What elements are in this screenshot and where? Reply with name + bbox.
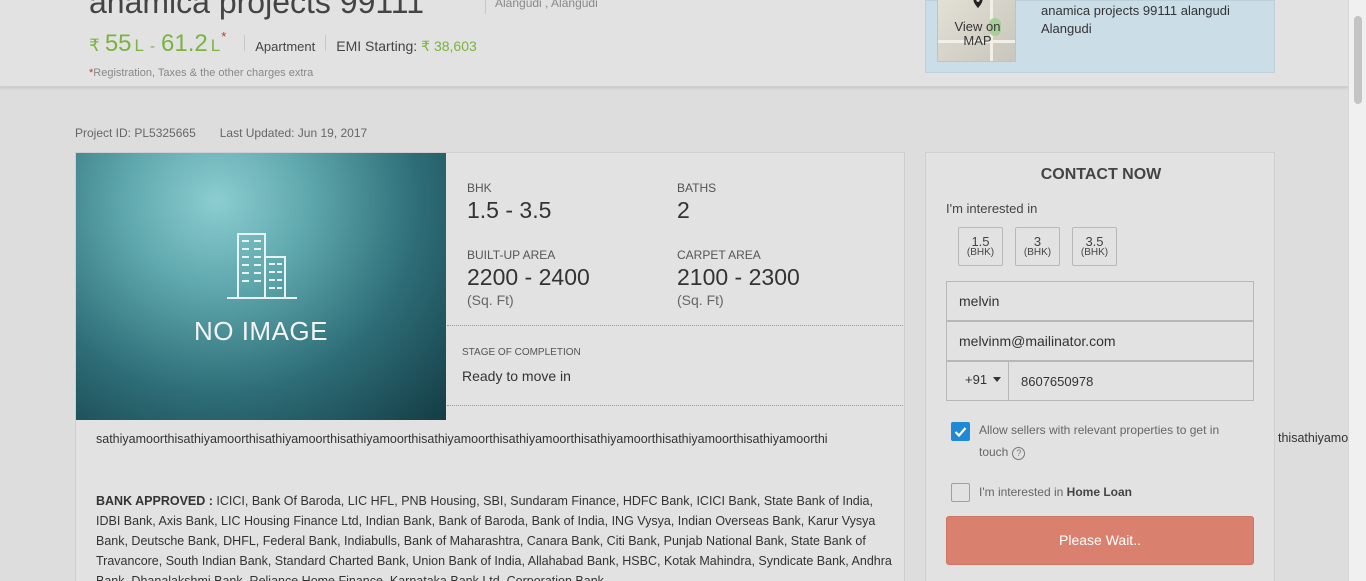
spec-bhk: BHK 1.5 - 3.5	[467, 181, 552, 223]
project-meta: Project ID: PL5325665 Last Updated: Jun 1…	[75, 126, 367, 140]
phone-field[interactable]	[1009, 362, 1253, 400]
title-divider	[485, 0, 486, 14]
divider	[447, 325, 903, 326]
rupee-icon: ₹	[89, 36, 100, 55]
check-icon	[954, 427, 967, 438]
map-address: anamica projects 99111 alangudi Alangudi	[1041, 3, 1230, 36]
name-field[interactable]	[946, 281, 1254, 321]
map-panel: View on MAP anamica projects 99111 alang…	[925, 0, 1275, 73]
emi-label: EMI Starting:	[336, 38, 418, 54]
price-row: ₹ 55 L - 61.2 L * Apartment EMI Starting…	[89, 29, 477, 58]
contact-title: CONTACT NOW	[1040, 166, 1162, 183]
price-min: 55	[104, 30, 132, 57]
price-min-unit: L	[134, 36, 144, 55]
divider	[244, 35, 246, 51]
emi-value: ₹ 38,603	[421, 38, 477, 54]
project-header: anamica projects 99111 Alangudi , Alangu…	[0, 0, 1348, 87]
allow-sellers-checkbox[interactable]	[951, 422, 970, 441]
project-id: Project ID: PL5325665	[75, 126, 196, 140]
help-icon[interactable]: ?	[1012, 447, 1026, 460]
view-on-map-label: View on MAP	[954, 19, 1001, 48]
spec-baths: BATHS 2	[677, 181, 717, 223]
map-pin-icon	[973, 0, 983, 8]
no-image-placeholder: NO IMAGE	[76, 153, 446, 420]
price-separator: -	[150, 38, 155, 55]
phone-field-group: +91	[946, 361, 1254, 401]
registration-note: *Registration, Taxes & the other charges…	[89, 67, 314, 79]
project-title: anamica projects 99111	[89, 0, 425, 20]
email-field[interactable]	[946, 321, 1254, 361]
bank-approved-label: BANK APPROVED :	[96, 494, 213, 508]
view-on-map-button[interactable]: View on MAP	[937, 0, 1016, 62]
property-type: Apartment	[255, 39, 316, 54]
last-updated: Last Updated: Jun 19, 2017	[219, 126, 368, 140]
project-details-card: NO IMAGE BHK 1.5 - 3.5 BATHS 2 BUILT-UP …	[75, 152, 905, 581]
chevron-down-icon	[993, 377, 1002, 382]
no-image-text: NO IMAGE	[193, 316, 328, 346]
divider	[325, 35, 327, 51]
price-max: 61.2	[161, 30, 208, 57]
bank-approved: BANK APPROVED : ICICI, Bank Of Baroda, L…	[96, 491, 896, 581]
project-locality: Alangudi , Alangudi	[495, 0, 598, 10]
page-scrollbar[interactable]	[1348, 0, 1366, 581]
divider	[447, 405, 903, 406]
price-asterisk: *	[221, 29, 227, 44]
bhk-option-3-5[interactable]: 3.5 (BHK)	[1072, 227, 1117, 266]
submit-button[interactable]: Please Wait..	[946, 516, 1254, 565]
spec-builtup-area: BUILT-UP AREA 2200 - 2400 (Sq. Ft)	[467, 248, 590, 308]
interest-label: I'm interested in	[946, 201, 1038, 216]
bhk-option-3[interactable]: 3 (BHK)	[1015, 227, 1060, 266]
spec-carpet-area: CARPET AREA 2100 - 2300 (Sq. Ft)	[677, 248, 800, 308]
bhk-option-1-5[interactable]: 1.5 (BHK)	[958, 227, 1003, 266]
allow-sellers-label: Allow sellers with relevant properties t…	[979, 423, 1220, 460]
project-description: sathiyamoorthisathiyamoorthisathiyamoort…	[96, 432, 828, 446]
scrollbar-thumb[interactable]	[1354, 16, 1362, 104]
building-icon	[227, 233, 297, 299]
home-loan-label: I'm interested in Home Loan	[979, 485, 1133, 499]
contact-form: CONTACT NOW I'm interested in 1.5 (BHK) …	[925, 152, 1275, 581]
home-loan-checkbox[interactable]	[951, 483, 970, 502]
price-max-unit: L	[210, 36, 221, 55]
project-description-overflow: thisathiyamoo	[1278, 431, 1356, 445]
stage-of-completion: STAGE OF COMPLETION Ready to move in	[462, 347, 581, 384]
bank-approved-list: ICICI, Bank Of Baroda, LIC HFL, PNB Hous…	[96, 494, 892, 581]
country-code-select[interactable]: +91	[947, 362, 1009, 400]
